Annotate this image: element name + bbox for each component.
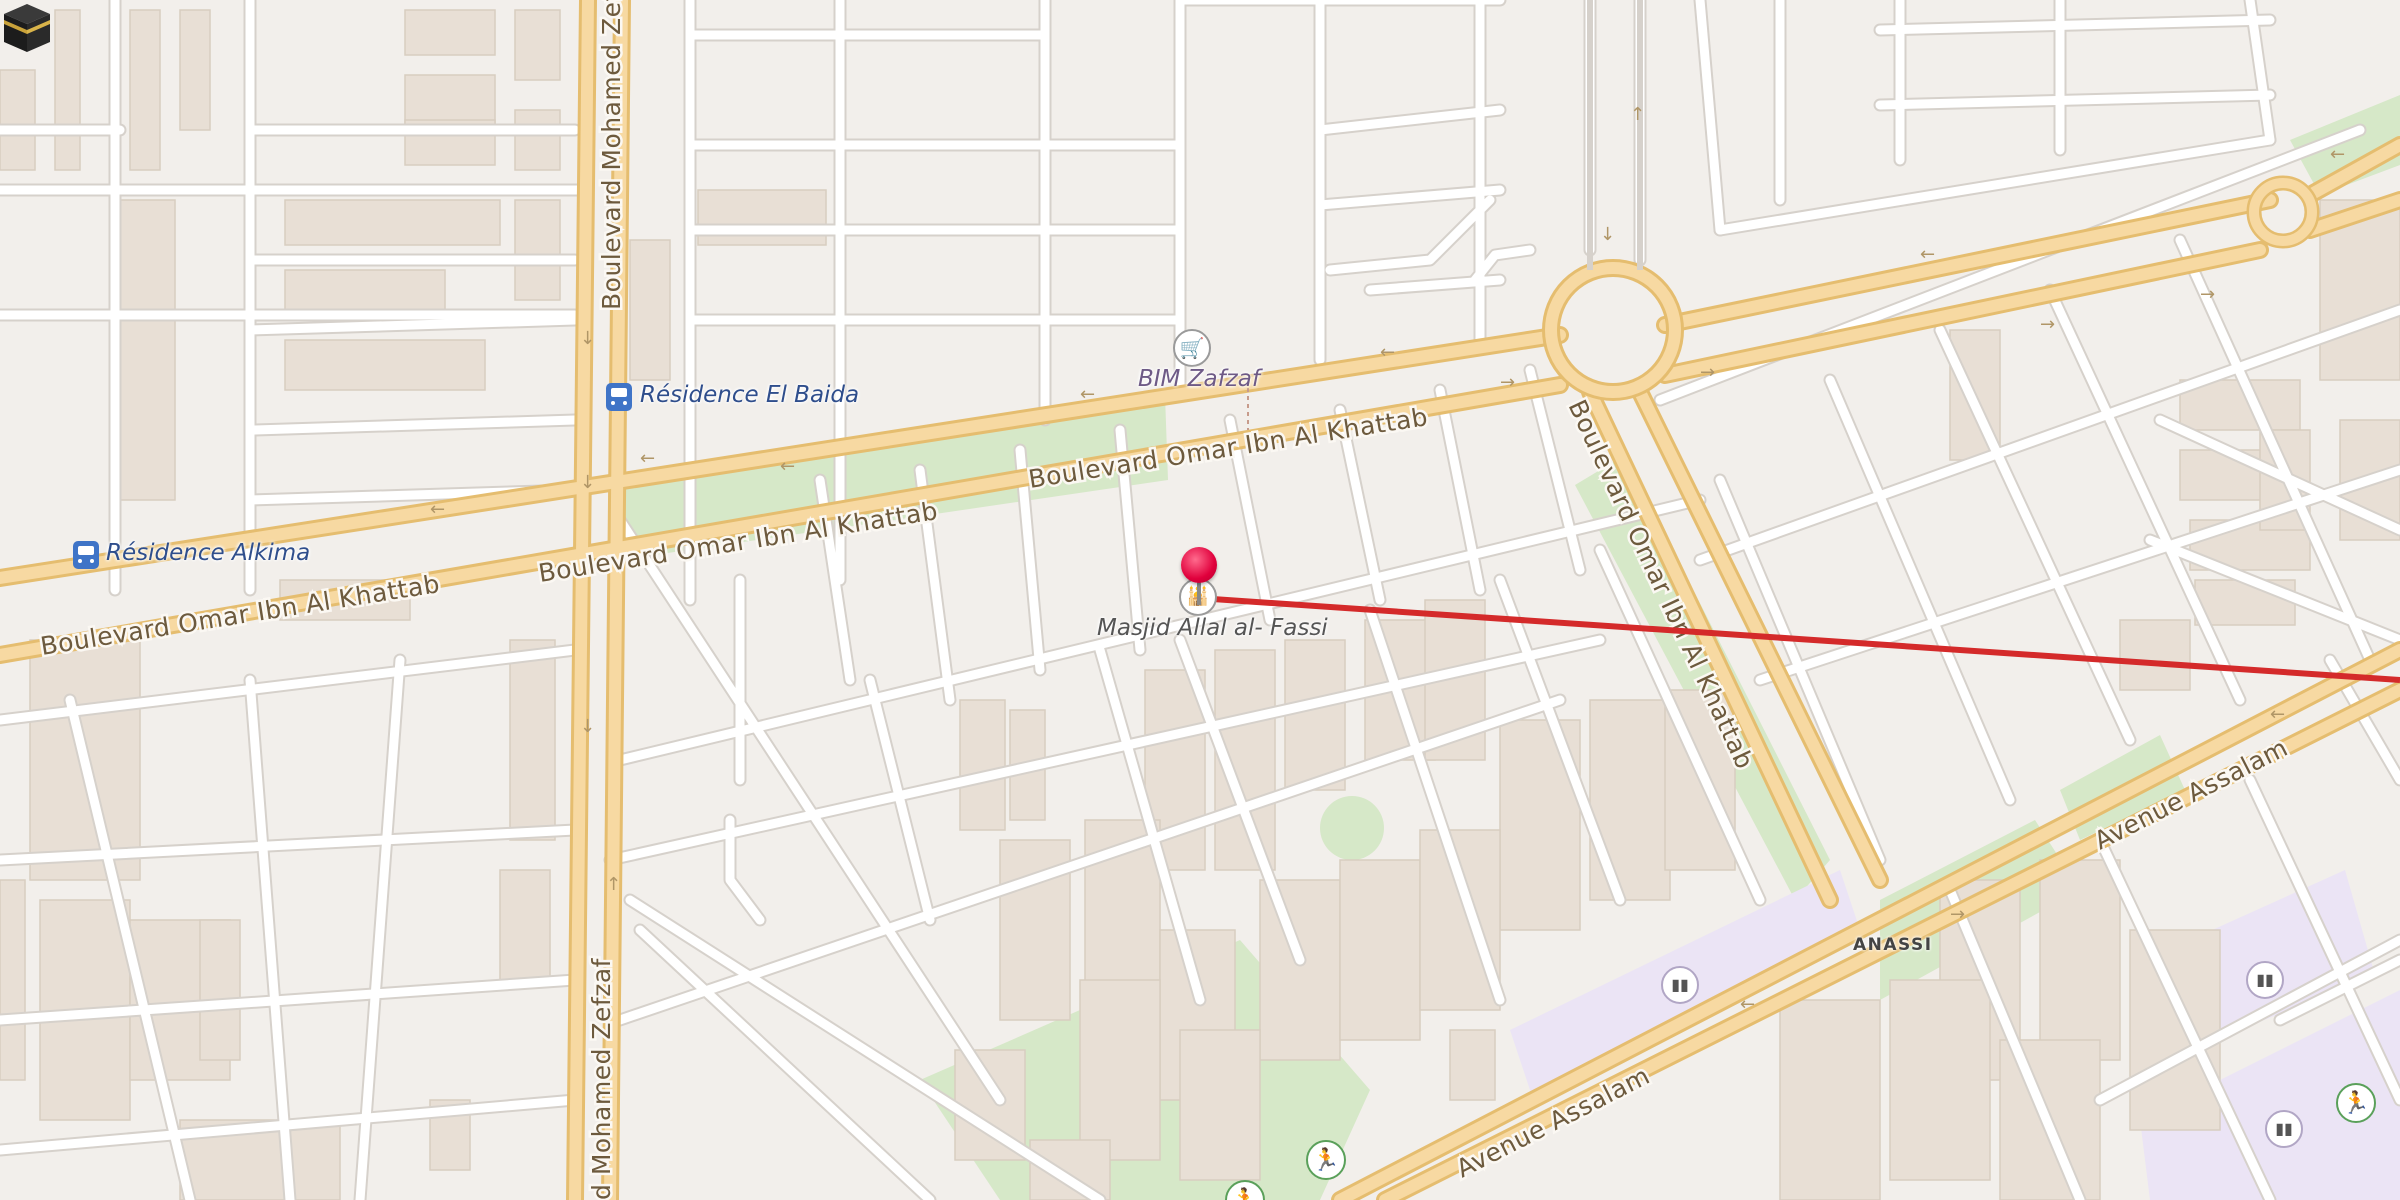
bus-stop-icon[interactable] (73, 541, 99, 569)
svg-text:↓: ↓ (580, 472, 595, 493)
svg-text:←: ← (1740, 994, 1755, 1015)
park-area (1320, 796, 1384, 860)
poi-label-bim-zafzaf[interactable]: BIM Zafzaf (1138, 366, 1260, 392)
svg-text:←: ← (780, 456, 795, 477)
school-icon[interactable]: ▮▮ (1661, 966, 1699, 1004)
street-label-zefzaf-bottom: d Mohamed Zefzaf (587, 957, 616, 1200)
svg-text:↓: ↓ (580, 716, 595, 737)
svg-text:→: → (2040, 314, 2055, 335)
bus-stop-icon[interactable] (606, 383, 632, 411)
svg-text:→: → (1700, 362, 1715, 383)
roundabout (1545, 262, 1681, 398)
shopping-cart-icon[interactable]: 🛒 (1173, 329, 1211, 367)
school-icon[interactable]: ▮▮ (2246, 961, 2284, 999)
svg-text:→: → (1950, 904, 1965, 925)
svg-text:←: ← (2330, 144, 2345, 165)
kaaba-icon[interactable] (0, 0, 54, 54)
poi-label-masjid-allal-al-fassi[interactable]: Masjid Allal al- Fassi (1097, 615, 1328, 641)
svg-text:↑: ↑ (1630, 104, 1645, 125)
poi-label-residence-el-baida[interactable]: Résidence El Baida (640, 382, 859, 408)
svg-text:↓: ↓ (580, 328, 595, 349)
school-icon[interactable]: ▮▮ (2265, 1110, 2303, 1148)
svg-text:↓: ↓ (1600, 224, 1615, 245)
location-pin-icon[interactable] (1181, 547, 1217, 607)
place-label-anassi: ANASSI (1853, 935, 1933, 955)
pin-head (1181, 547, 1217, 583)
poi-label-residence-alkima[interactable]: Résidence Alkima (106, 540, 310, 566)
roundabout (2249, 178, 2317, 246)
map-canvas[interactable]: ← ← ← ← → → → ← → ← ← ↓ ↑ ↓ ↓ ↓ ↑ → ← ← … (0, 0, 2400, 1200)
svg-text:→: → (1500, 372, 1515, 393)
svg-text:←: ← (640, 448, 655, 469)
street-label-zefzaf-top: Boulevard Mohamed Zefzaf (597, 0, 626, 310)
svg-text:←: ← (430, 499, 445, 520)
svg-text:←: ← (1080, 384, 1095, 405)
sports-pitch-icon[interactable]: 🏃 (2336, 1083, 2376, 1123)
svg-text:→: → (2200, 284, 2215, 305)
svg-text:←: ← (1920, 244, 1935, 265)
svg-text:←: ← (1380, 342, 1395, 363)
svg-text:↑: ↑ (606, 874, 621, 895)
sports-pitch-icon[interactable]: 🏃 (1306, 1140, 1346, 1180)
svg-text:←: ← (2270, 704, 2285, 725)
